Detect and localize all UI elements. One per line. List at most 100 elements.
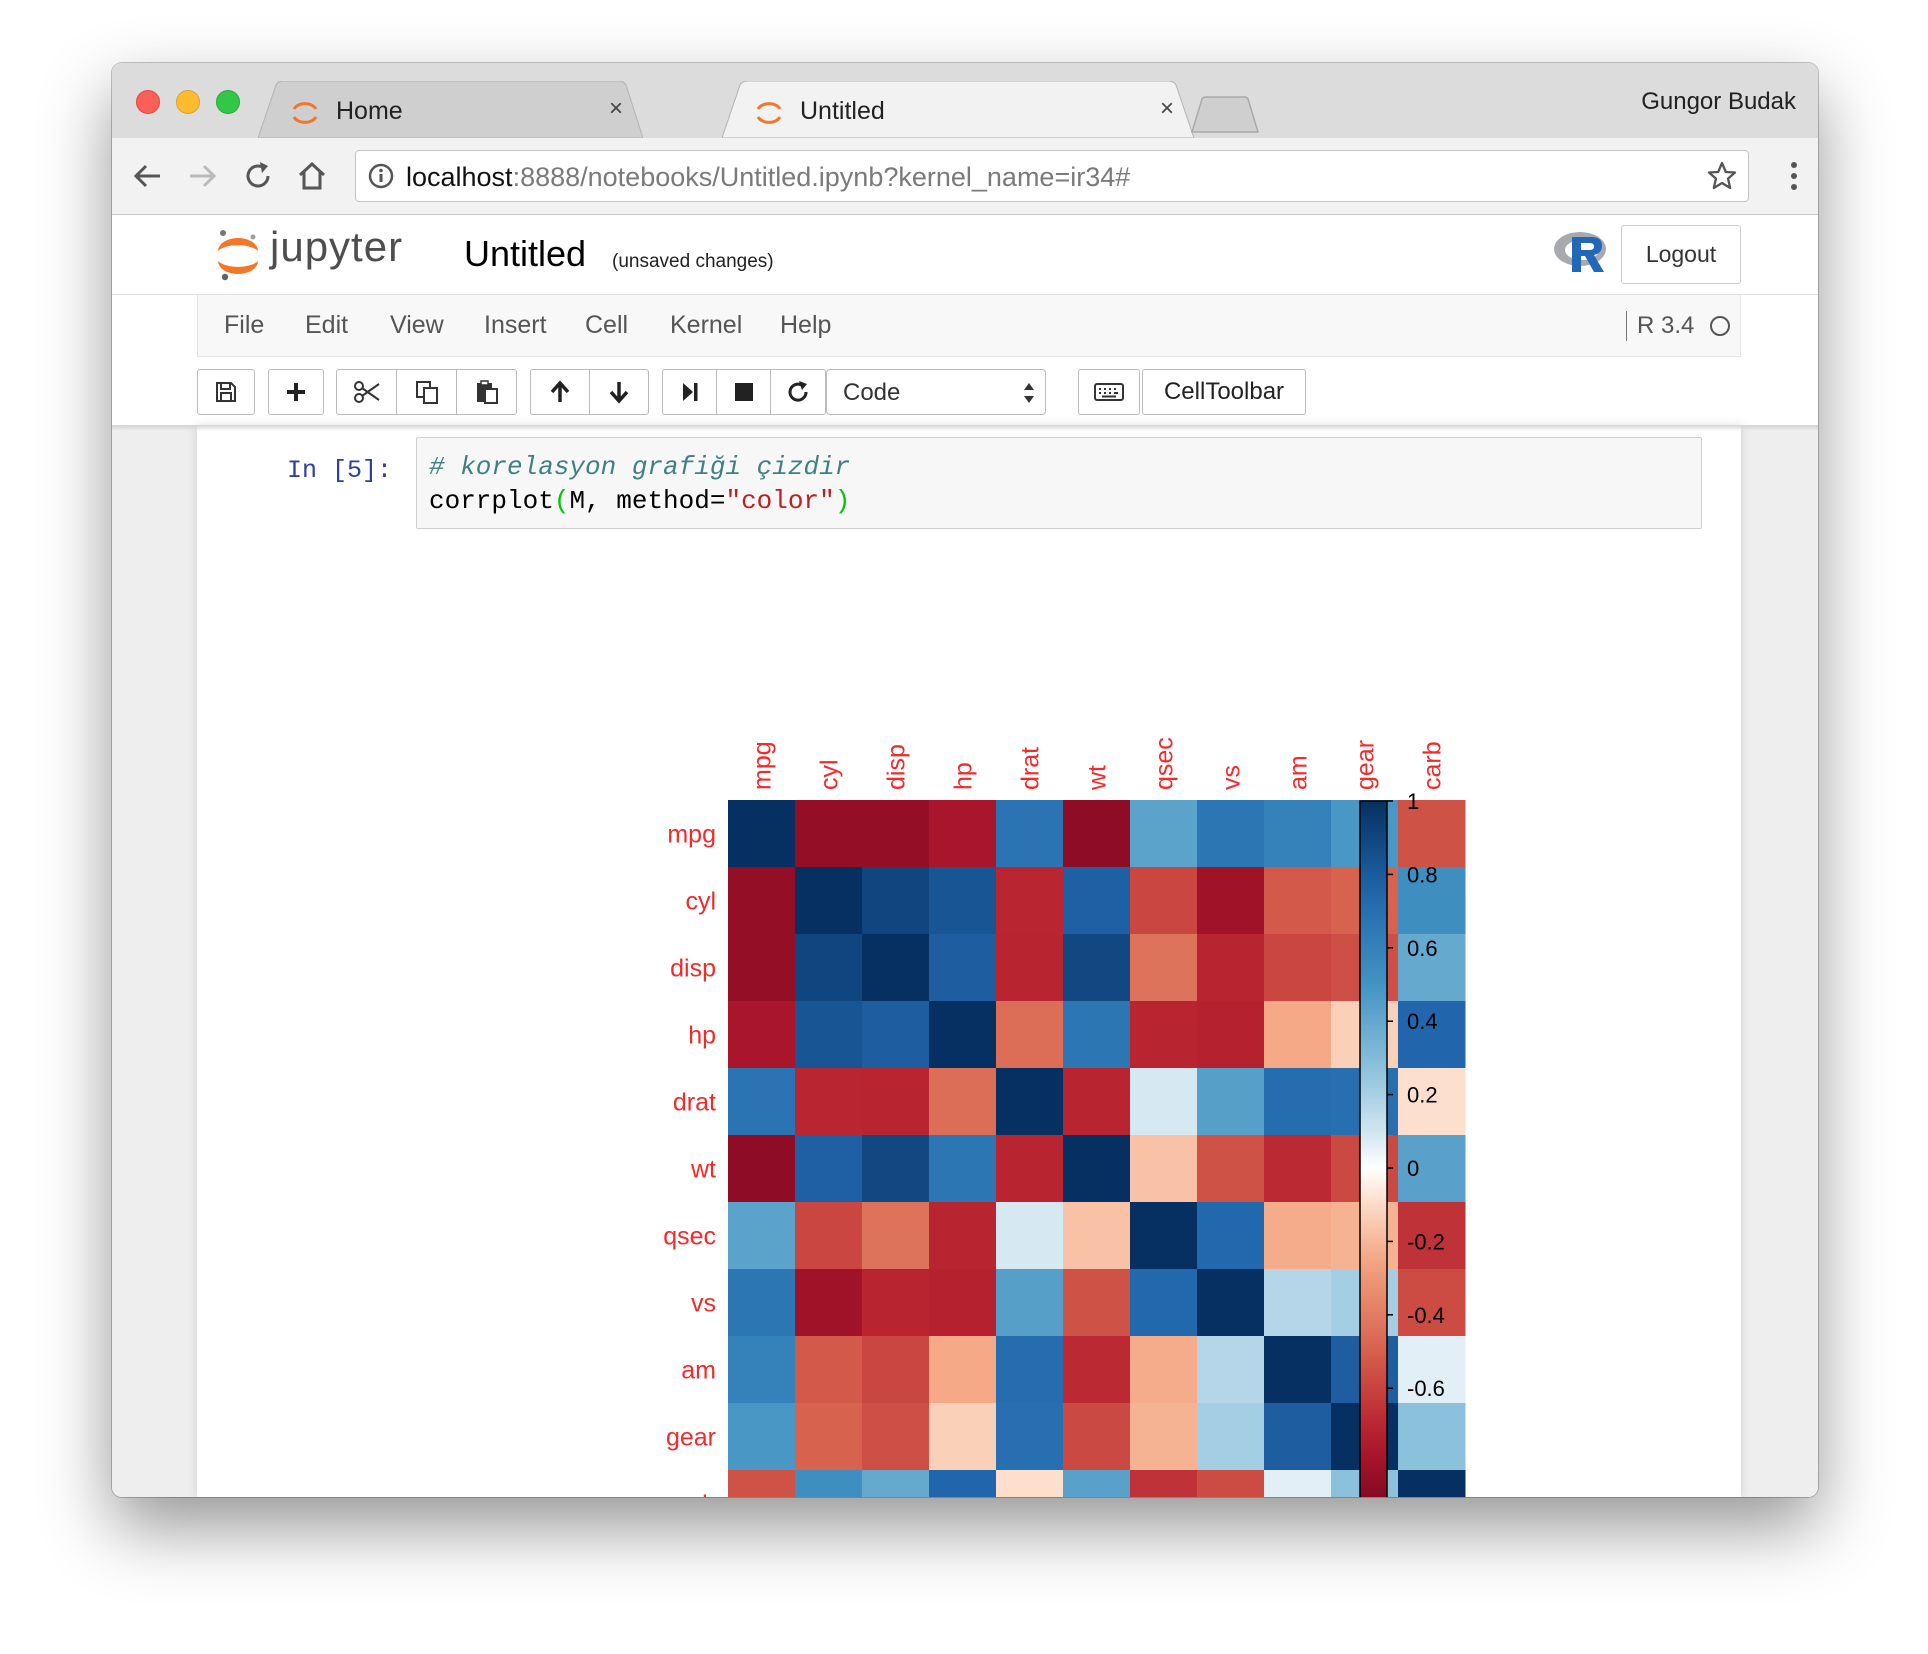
heatmap-cell <box>1130 867 1198 935</box>
heatmap-cell <box>1197 1403 1265 1471</box>
heatmap-cell <box>929 934 997 1002</box>
heatmap-cell <box>1264 867 1332 935</box>
colorbar-tick-label: 0.8 <box>1407 862 1438 887</box>
menu-edit[interactable]: Edit <box>305 311 348 340</box>
save-button[interactable] <box>197 369 255 415</box>
url-text[interactable]: localhost:8888/notebooks/Untitled.ipynb?… <box>406 162 1130 193</box>
notebook-name[interactable]: Untitled <box>464 233 586 275</box>
info-icon[interactable] <box>368 163 394 189</box>
colorbar-tick-label: 1 <box>1407 789 1419 814</box>
scissors-icon <box>353 381 380 403</box>
home-icon[interactable] <box>294 158 330 194</box>
tab-untitled[interactable]: Untitled × <box>722 81 1194 138</box>
forward-arrow-icon[interactable] <box>184 158 220 194</box>
save-status: (unsaved changes) <box>612 251 774 272</box>
heatmap-cell <box>929 1135 997 1203</box>
tab-home[interactable]: Home × <box>258 81 643 138</box>
zoom-window-button[interactable] <box>216 90 240 114</box>
heatmap-cell <box>862 1403 930 1471</box>
heatmap-cell <box>728 1135 796 1203</box>
move-down-button[interactable] <box>589 369 649 415</box>
heatmap-cell <box>795 1470 863 1497</box>
heatmap-cell <box>1130 1068 1198 1136</box>
colorbar-tick-label: -0.2 <box>1407 1229 1445 1254</box>
reload-icon[interactable] <box>240 158 276 194</box>
copy-cell-button[interactable] <box>396 369 457 415</box>
heatmap-cell <box>1063 1001 1131 1069</box>
menu-insert[interactable]: Insert <box>484 311 547 340</box>
tab-home-close-icon[interactable]: × <box>609 95 623 123</box>
tab-untitled-close-icon[interactable]: × <box>1160 95 1174 123</box>
column-label: mpg <box>749 741 777 790</box>
arrow-down-icon <box>609 382 629 404</box>
profile-name[interactable]: Gungor Budak <box>1641 88 1796 116</box>
command-palette-button[interactable] <box>1078 369 1140 415</box>
move-up-button[interactable] <box>530 369 590 415</box>
paste-icon <box>476 380 498 404</box>
plus-icon <box>287 383 305 401</box>
heatmap-cell <box>795 1269 863 1337</box>
address-bar[interactable]: localhost:8888/notebooks/Untitled.ipynb?… <box>355 150 1749 202</box>
new-tab-button[interactable] <box>1190 96 1260 134</box>
heatmap-cell <box>1197 1269 1265 1337</box>
column-label: disp <box>883 744 911 790</box>
heatmap-cell <box>1264 1135 1332 1203</box>
more-vert-icon[interactable] <box>1788 158 1800 194</box>
heatmap-cell <box>1197 867 1265 935</box>
colorbar-tick-label: 0 <box>1407 1156 1419 1181</box>
interrupt-kernel-button[interactable] <box>716 369 771 415</box>
r-kernel-logo-icon <box>1554 232 1606 272</box>
logout-button[interactable]: Logout <box>1621 225 1741 284</box>
column-label: am <box>1285 755 1313 790</box>
cell-type-select[interactable]: Code <box>826 369 1046 415</box>
bookmark-star-icon[interactable] <box>1706 160 1738 192</box>
heatmap-cell <box>1398 1403 1466 1471</box>
close-window-button[interactable] <box>136 90 160 114</box>
cell-prompt: In [5]: <box>287 456 393 485</box>
restart-kernel-button[interactable] <box>770 369 826 415</box>
heatmap-cell <box>1197 1336 1265 1404</box>
heatmap-cell <box>1130 800 1198 868</box>
run-cell-button[interactable] <box>662 369 717 415</box>
heatmap-cell <box>996 1470 1064 1497</box>
code-cell-input[interactable]: # korelasyon grafiği çizdir corrplot(M, … <box>416 437 1702 529</box>
kernel-name[interactable]: R 3.4 <box>1626 311 1694 341</box>
insert-cell-button[interactable] <box>268 369 324 415</box>
heatmap-cell <box>1264 1269 1332 1337</box>
row-label: gear <box>666 1424 716 1452</box>
heatmap-cell <box>996 1403 1064 1471</box>
jupyter-header: jupyter Untitled (unsaved changes) Logou… <box>112 215 1818 295</box>
heatmap-cell <box>728 934 796 1002</box>
jupyter-logo-icon[interactable] <box>215 229 261 281</box>
code-paren-close: ) <box>834 486 851 516</box>
heatmap-cell <box>1130 1269 1198 1337</box>
browser-toolbar: localhost:8888/notebooks/Untitled.ipynb?… <box>112 138 1818 215</box>
code-args: M, method= <box>569 486 726 516</box>
heatmap-cell <box>862 1269 930 1337</box>
heatmap-cell <box>929 1336 997 1404</box>
url-path: :8888/notebooks/Untitled.ipynb?kernel_na… <box>512 162 1131 192</box>
celltoolbar-button[interactable]: CellToolbar <box>1142 369 1306 415</box>
cut-cell-button[interactable] <box>336 369 397 415</box>
back-arrow-icon[interactable] <box>130 158 166 194</box>
menu-cell[interactable]: Cell <box>585 311 628 340</box>
menu-kernel[interactable]: Kernel <box>670 311 742 340</box>
jupyter-logo-text[interactable]: jupyter <box>270 223 403 271</box>
minimize-window-button[interactable] <box>176 90 200 114</box>
heatmap-cell <box>1063 1068 1131 1136</box>
paste-cell-button[interactable] <box>456 369 517 415</box>
heatmap-cell <box>795 934 863 1002</box>
select-arrows-icon <box>1024 383 1034 403</box>
heatmap-cell <box>1264 1470 1332 1497</box>
column-label: wt <box>1084 765 1112 791</box>
heatmap-cell <box>1130 1135 1198 1203</box>
heatmap-cell <box>795 800 863 868</box>
heatmap-cell <box>728 1068 796 1136</box>
menu-help[interactable]: Help <box>780 311 831 340</box>
heatmap-cell <box>996 800 1064 868</box>
heatmap-cell <box>929 1202 997 1270</box>
heatmap-cell <box>996 1001 1064 1069</box>
menu-file[interactable]: File <box>224 311 264 340</box>
menu-view[interactable]: View <box>390 311 444 340</box>
heatmap-cell <box>728 1336 796 1404</box>
